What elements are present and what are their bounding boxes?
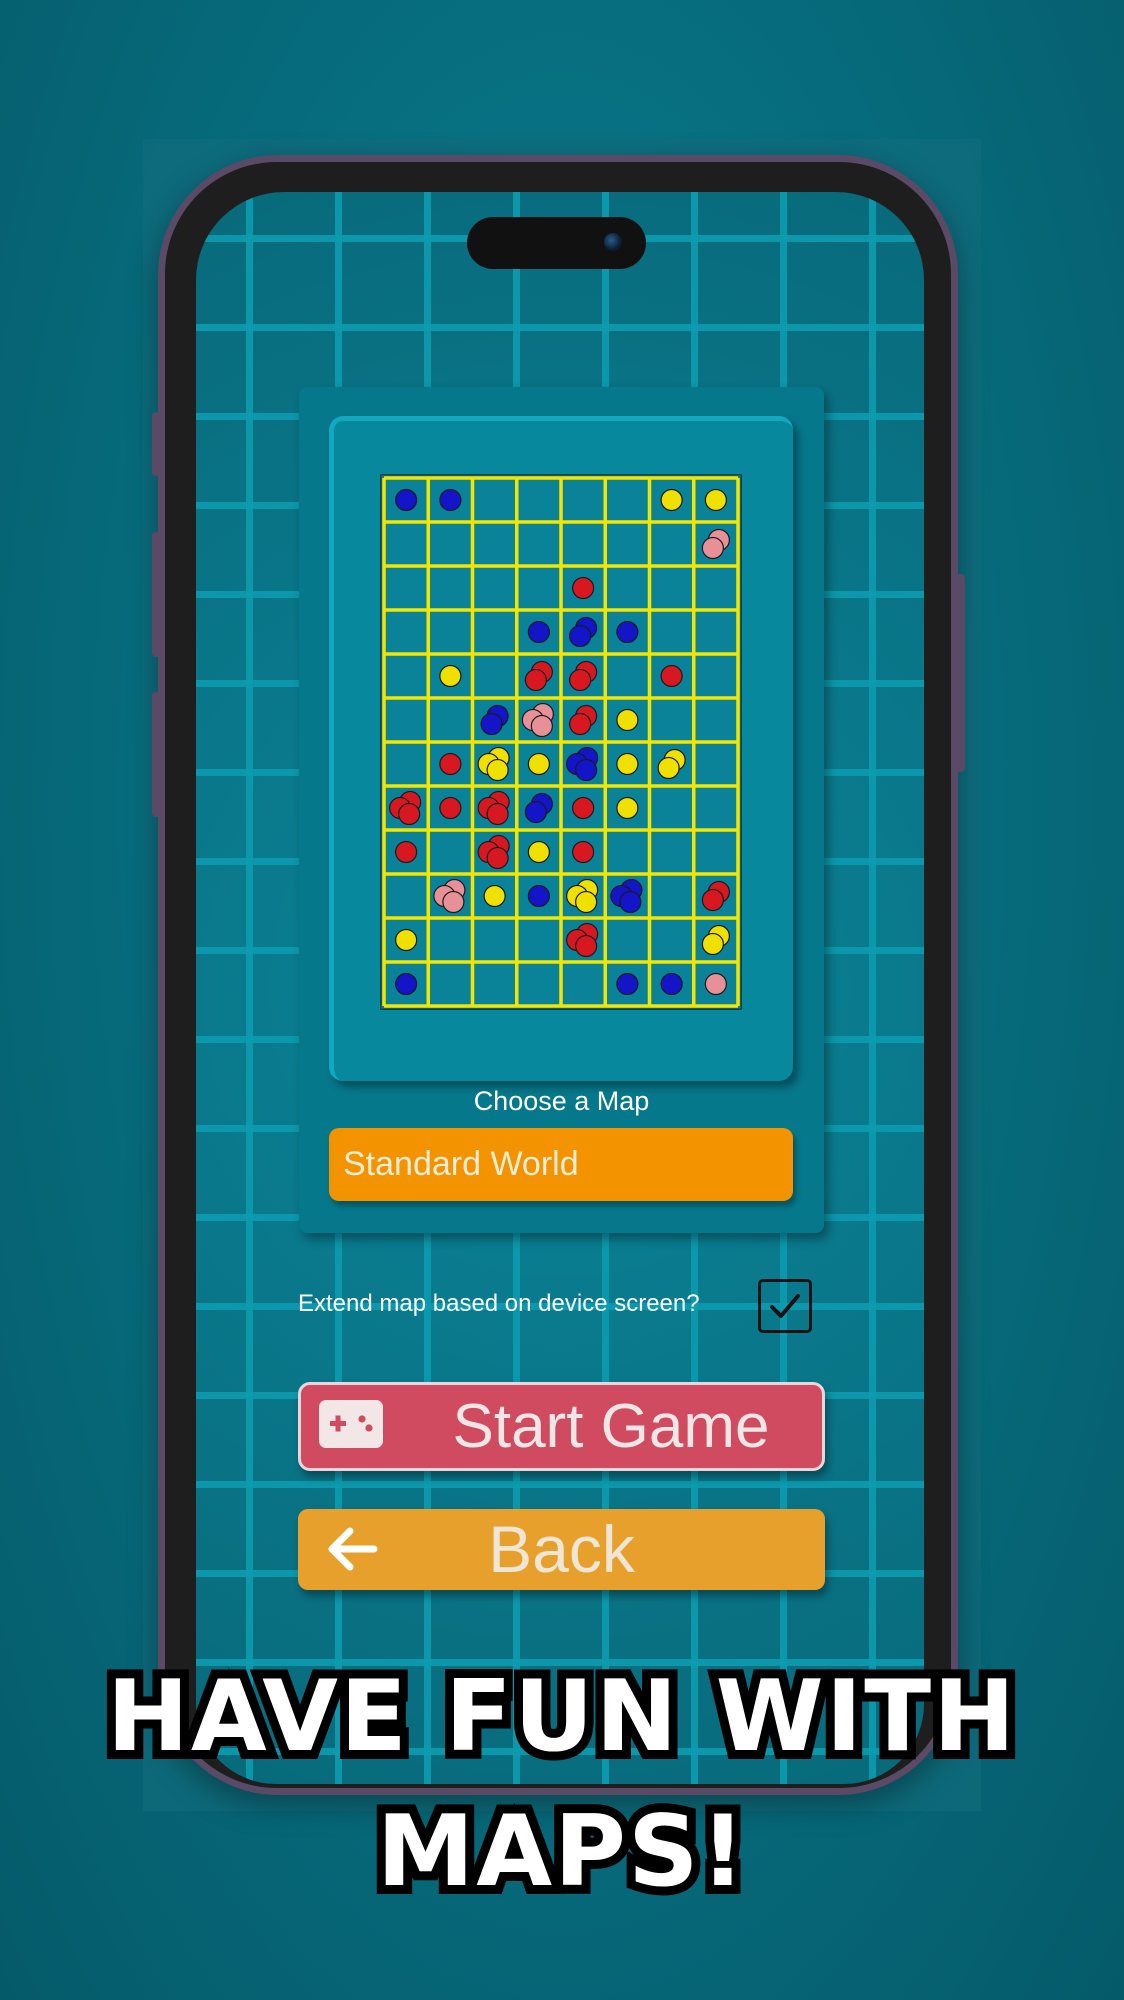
board-piece-blue [660, 972, 683, 996]
board-piece-yellow [701, 932, 724, 956]
board-piece-blue [619, 890, 642, 914]
map-preview-board [380, 474, 742, 1010]
board-piece-yellow [660, 488, 683, 512]
board-piece-yellow [616, 708, 639, 732]
board-piece-blue [575, 758, 598, 782]
camera-icon [604, 233, 622, 251]
checkmark-icon [770, 1294, 800, 1318]
promo-caption-line2: MAPS! [368, 1786, 754, 1918]
board-piece-red [572, 576, 595, 600]
board-piece-red [569, 668, 592, 692]
board-piece-red [569, 712, 592, 736]
extend-map-label: Extend map based on device screen? [298, 1290, 700, 1317]
extend-map-checkbox[interactable] [758, 1279, 812, 1333]
board-piece-pink [701, 536, 724, 560]
board-piece-blue [439, 488, 462, 512]
board-piece-red [439, 796, 462, 820]
board-piece-red [701, 888, 724, 912]
choose-map-label: Choose a Map [473, 1086, 650, 1116]
gamepad-icon [319, 1400, 383, 1448]
board-piece-blue [524, 800, 547, 824]
board-piece-red [572, 796, 595, 820]
board-piece-yellow [575, 890, 598, 914]
promo-caption-line1: HAVE FUN WITH [98, 1651, 1024, 1783]
board-piece-yellow [527, 752, 550, 776]
board-piece-yellow [439, 664, 462, 688]
board-piece-blue [569, 624, 592, 648]
board-piece-red [660, 664, 683, 688]
start-game-button[interactable]: Start Game [298, 1382, 825, 1471]
board-piece-red [486, 802, 509, 826]
board-piece-yellow [483, 884, 506, 908]
board-piece-blue [616, 620, 639, 644]
board-piece-blue [527, 620, 550, 644]
board-piece-yellow [616, 752, 639, 776]
board-piece-blue [527, 884, 550, 908]
phone-side-button [152, 532, 160, 657]
back-label: Back [488, 1512, 635, 1586]
board-piece-pink [442, 890, 465, 914]
board-piece-red [398, 802, 421, 826]
back-button[interactable]: Back [298, 1509, 825, 1590]
board-piece-red [439, 752, 462, 776]
phone-power-button [956, 574, 965, 772]
phone-side-button [152, 412, 160, 476]
board-piece-red [395, 840, 418, 864]
board-piece-blue [480, 712, 503, 736]
start-game-label: Start Game [452, 1392, 770, 1461]
board-piece-yellow [616, 796, 639, 820]
board-piece-yellow [395, 928, 418, 952]
board-piece-red [524, 668, 547, 692]
board-piece-pink [704, 972, 727, 996]
board-piece-blue [395, 488, 418, 512]
board-piece-red [572, 840, 595, 864]
board-piece-pink [530, 714, 553, 738]
board-piece-yellow [527, 840, 550, 864]
board-piece-yellow [486, 758, 509, 782]
phone-side-button [152, 692, 160, 817]
board-piece-blue [395, 972, 418, 996]
board-piece-yellow [704, 488, 727, 512]
board-piece-blue [616, 972, 639, 996]
map-select[interactable]: Standard World [329, 1128, 793, 1201]
board-piece-yellow [657, 756, 680, 780]
board-piece-red [486, 846, 509, 870]
board-piece-red [575, 934, 598, 958]
